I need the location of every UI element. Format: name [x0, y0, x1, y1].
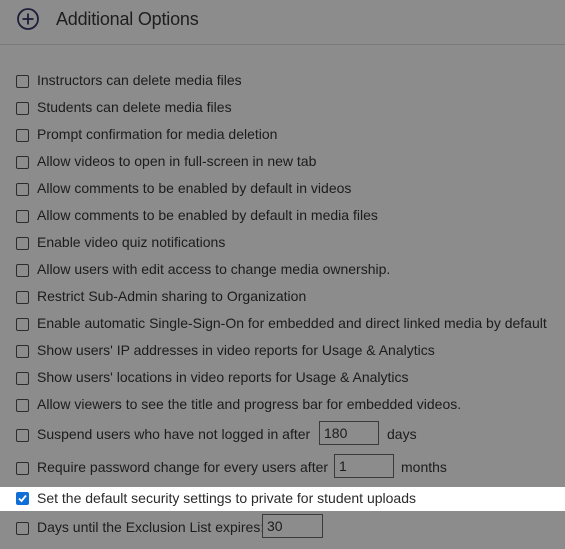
password-months-input[interactable]	[334, 454, 394, 478]
exclusion-days-input[interactable]	[262, 514, 323, 538]
checkbox-fullscreen-new-tab[interactable]	[16, 156, 29, 169]
option-label: Enable automatic Single-Sign-On for embe…	[37, 315, 547, 331]
checkbox-comments-videos[interactable]	[16, 183, 29, 196]
checkbox-embedded-progress[interactable]	[16, 399, 29, 412]
option-label: Allow comments to be enabled by default …	[37, 207, 378, 223]
option-label: Instructors can delete media files	[37, 72, 242, 88]
checkbox-password-change[interactable]	[16, 462, 29, 475]
checkbox-comments-media[interactable]	[16, 210, 29, 223]
checkbox-suspend-users[interactable]	[16, 429, 29, 442]
plus-circle-icon[interactable]	[17, 8, 39, 30]
option-label: Show users' IP addresses in video report…	[37, 342, 435, 358]
checkbox-change-ownership[interactable]	[16, 264, 29, 277]
checkbox-show-ip[interactable]	[16, 345, 29, 358]
option-label: Show users' locations in video reports f…	[37, 369, 409, 385]
option-label: Require password change for every users …	[37, 459, 329, 475]
option-label: Allow viewers to see the title and progr…	[37, 396, 462, 412]
option-label: Suspend users who have not logged in aft…	[37, 426, 311, 442]
option-label: Allow comments to be enabled by default …	[37, 180, 352, 196]
option-label: Students can delete media files	[37, 99, 232, 115]
checkbox-quiz-notifications[interactable]	[16, 237, 29, 250]
checkbox-show-locations[interactable]	[16, 372, 29, 385]
option-label: Prompt confirmation for media deletion	[37, 126, 278, 142]
option-label: Allow users with edit access to change m…	[37, 261, 391, 277]
checkmark-icon	[18, 494, 27, 503]
section-title: Additional Options	[56, 9, 199, 29]
option-label: Restrict Sub-Admin sharing to Organizati…	[37, 288, 307, 304]
suspend-unit: days	[387, 426, 417, 442]
checkbox-auto-sso[interactable]	[16, 318, 29, 331]
option-label: Enable video quiz notifications	[37, 234, 226, 250]
checkbox-prompt-confirmation[interactable]	[16, 129, 29, 142]
suspend-days-input[interactable]	[319, 421, 379, 445]
option-label: Allow videos to open in full-screen in n…	[37, 153, 317, 169]
checkbox-students-delete[interactable]	[16, 102, 29, 115]
checkbox-instructors-delete[interactable]	[16, 75, 29, 88]
checkbox-exclusion-list[interactable]	[16, 522, 29, 535]
option-label: Set the default security settings to pri…	[37, 490, 416, 506]
option-label: Days until the Exclusion List expires:	[37, 519, 265, 535]
checkbox-restrict-subadmin[interactable]	[16, 291, 29, 304]
checkbox-private-security[interactable]	[16, 492, 29, 505]
additional-options-header[interactable]: Additional Options	[0, 0, 565, 45]
password-unit: months	[401, 459, 447, 475]
